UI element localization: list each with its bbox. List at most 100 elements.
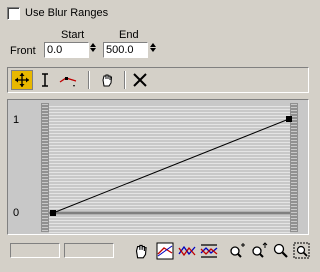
ruler-tick (291, 191, 297, 192)
move-control-point-button[interactable] (11, 70, 33, 90)
start-value-field[interactable]: 0.0 (44, 42, 89, 58)
frame-field[interactable] (10, 243, 60, 258)
ruler-tick (42, 119, 48, 120)
ruler-tick (42, 209, 48, 210)
zoom-region-button[interactable] (292, 241, 312, 261)
ruler-tick (291, 152, 297, 153)
zoom-vertical-button[interactable] (249, 241, 269, 261)
ruler-tick (291, 170, 297, 171)
curve-graph-canvas (41, 103, 298, 233)
ruler-tick (291, 110, 297, 111)
ruler-tick (291, 149, 297, 150)
ruler-tick (42, 110, 48, 111)
ruler-tick (42, 170, 48, 171)
ruler-tick (42, 176, 48, 177)
curve-control-point[interactable] (286, 116, 292, 122)
zoom-value-extents-icon (200, 244, 218, 258)
ruler-tick (42, 137, 48, 138)
ruler-tick (42, 191, 48, 192)
ruler-tick (42, 146, 48, 147)
start-spinner[interactable] (89, 42, 97, 58)
ruler-tick (42, 161, 48, 162)
ruler-tick (42, 215, 48, 216)
ruler-tick (42, 134, 48, 135)
delete-point-button[interactable] (129, 70, 151, 90)
toolbar-separator (124, 71, 126, 89)
ruler-tick (291, 209, 297, 210)
ruler-tick (291, 155, 297, 156)
ruler-tick (291, 182, 297, 183)
use-blur-ranges-label: Use Blur Ranges (25, 7, 109, 19)
curve-graph[interactable]: 1 0 (7, 99, 309, 235)
ruler-tick (291, 146, 297, 147)
ruler-tick (42, 116, 48, 117)
end-value-field[interactable]: 500.0 (103, 42, 148, 58)
insert-corner-point-button[interactable] (57, 70, 79, 90)
y-label-zero: 0 (13, 207, 20, 219)
zoom-button[interactable] (271, 241, 291, 261)
ruler-tick (42, 203, 48, 204)
zoom-value-extents-button[interactable] (199, 241, 219, 261)
zoom-extents-icon (156, 242, 174, 260)
zoom-extents-button[interactable] (155, 241, 175, 261)
pan-button[interactable] (131, 241, 151, 261)
ruler-tick (42, 113, 48, 114)
pan-hand-icon (102, 74, 113, 87)
scale-point-icon (42, 73, 48, 87)
ruler-tick (291, 164, 297, 165)
ruler-tick (42, 143, 48, 144)
ruler-tick (42, 173, 48, 174)
zoom-icon (273, 243, 288, 258)
ruler-tick (291, 137, 297, 138)
ruler-tick (42, 107, 48, 108)
ruler-tick (291, 179, 297, 180)
curve-control-point[interactable] (50, 210, 56, 216)
ruler-tick (291, 206, 297, 207)
ruler-tick (291, 176, 297, 177)
ruler-tick (42, 122, 48, 123)
ruler-tick (42, 182, 48, 183)
ruler-tick (291, 173, 297, 174)
zoom-horizontal-extents-button[interactable] (177, 241, 197, 261)
toolbar-separator (88, 71, 90, 89)
ruler-tick (291, 140, 297, 141)
spinner-up-icon[interactable] (150, 43, 156, 47)
ruler-tick (42, 212, 48, 213)
ruler-tick (291, 215, 297, 216)
ruler-tick (42, 131, 48, 132)
end-spinner[interactable] (149, 42, 157, 58)
ruler-tick (42, 140, 48, 141)
ruler-tick (42, 227, 48, 228)
ruler-tick (42, 155, 48, 156)
ruler-tick (42, 218, 48, 219)
ruler-tick (42, 164, 48, 165)
ruler-tick (291, 167, 297, 168)
ruler-tick (291, 200, 297, 201)
value-field[interactable] (64, 243, 114, 258)
spinner-down-icon[interactable] (150, 48, 156, 52)
ruler-tick (291, 212, 297, 213)
scale-point-button[interactable] (34, 70, 56, 90)
ruler-tick (291, 131, 297, 132)
ruler-tick (291, 107, 297, 108)
front-label: Front (10, 45, 36, 57)
ruler-tick (291, 221, 297, 222)
zoom-horizontal-extents-icon (178, 245, 196, 257)
ruler-tick (42, 152, 48, 153)
use-blur-ranges-checkbox[interactable] (7, 7, 20, 20)
ruler-tick (42, 194, 48, 195)
ruler-tick (291, 134, 297, 135)
zoom-horizontal-button[interactable] (227, 241, 247, 261)
ruler-tick (42, 230, 48, 231)
ruler-tick (291, 188, 297, 189)
ruler-tick (42, 200, 48, 201)
ruler-tick (42, 206, 48, 207)
zoom-horizontal-icon (230, 243, 245, 258)
spinner-up-icon[interactable] (90, 43, 96, 47)
pan-point-button[interactable] (96, 70, 118, 90)
ruler-tick (291, 128, 297, 129)
ruler-tick (291, 161, 297, 162)
delete-point-icon (133, 73, 147, 87)
move-control-point-icon (15, 73, 29, 87)
spinner-down-icon[interactable] (90, 48, 96, 52)
